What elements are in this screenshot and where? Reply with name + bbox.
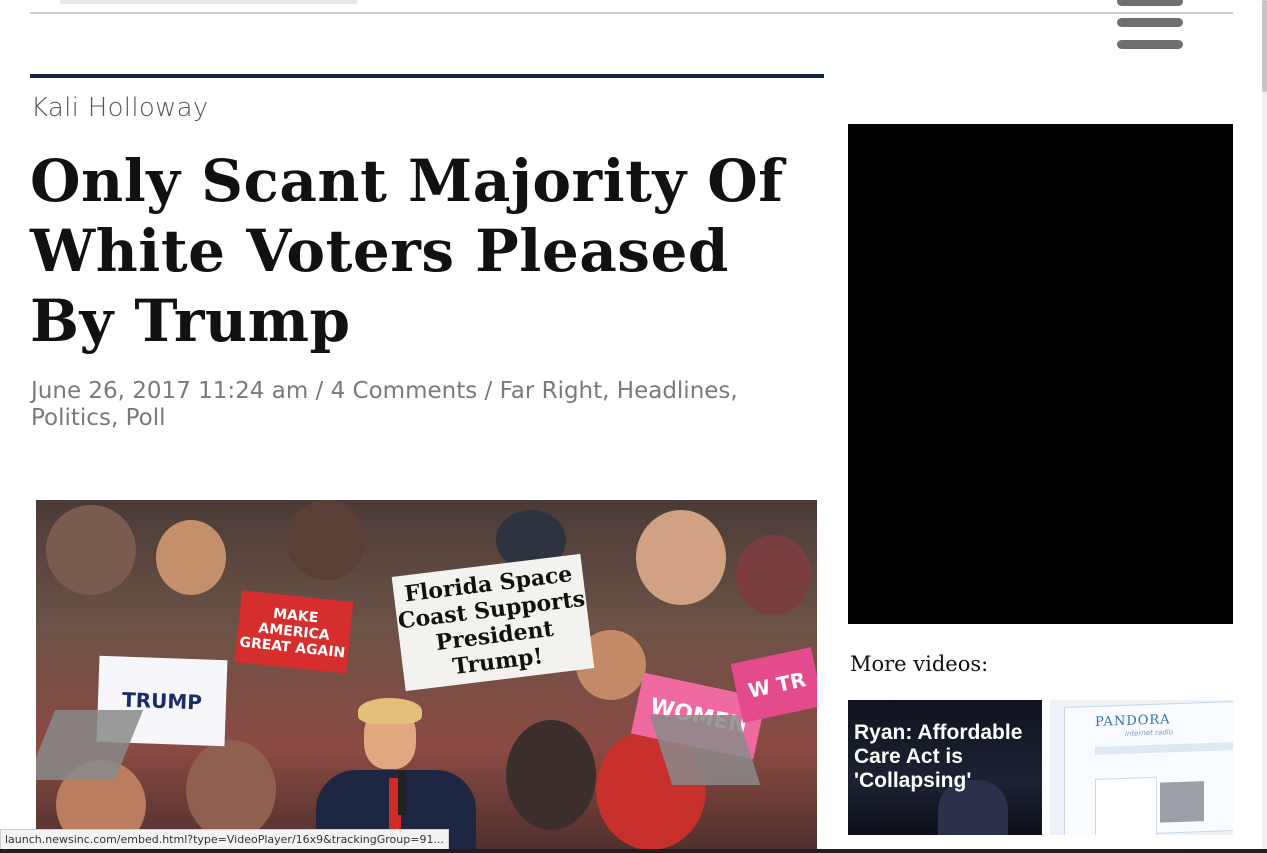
header-divider [30, 12, 1233, 14]
search-bar-remnant[interactable] [60, 0, 357, 4]
bottom-edge [0, 849, 1267, 853]
speaker-hair [358, 698, 422, 724]
browser-status-bar: launch.newsinc.com/embed.html?type=Video… [0, 829, 449, 851]
article-headline: Only Scant Majority Of White Voters Plea… [30, 147, 784, 355]
video-thumbnail-pandora[interactable]: PANDORA internet radio [1050, 700, 1233, 835]
category-comma: , [730, 378, 738, 404]
protest-sign-pink: W TR [730, 647, 817, 723]
protest-sign-florida: Florida Space Coast Supports President T… [391, 553, 595, 692]
video-player[interactable] [848, 124, 1233, 624]
category-comma: , [602, 378, 617, 404]
video-thumbnail-title: Ryan: Affordable Care Act is 'Collapsing… [854, 721, 1023, 792]
meta-separator: / [477, 378, 500, 404]
article-hero-image: Florida Space Coast Supports President T… [36, 500, 817, 853]
category-link-headlines[interactable]: Headlines [617, 378, 731, 404]
thumbnail-screen: PANDORA internet radio [1064, 700, 1233, 835]
meta-separator: / [308, 378, 331, 404]
author-name[interactable]: Kali Holloway [31, 93, 209, 123]
category-link-politics[interactable]: Politics [31, 405, 111, 431]
thumbnail-panel [1095, 776, 1157, 835]
thumbnail-tabs [1095, 741, 1233, 755]
thumbnail-panel-image [1160, 781, 1204, 823]
hamburger-menu-icon[interactable] [1116, 0, 1184, 52]
pandora-tagline: internet radio [1125, 728, 1173, 738]
category-link-poll[interactable]: Poll [126, 405, 166, 431]
category-comma: , [110, 405, 126, 431]
video-thumbnail-ryan[interactable]: Ryan: Affordable Care Act is 'Collapsing… [848, 700, 1042, 835]
article-top-rule [30, 74, 824, 78]
protest-sign-maga: MAKE AMERICA GREAT AGAIN [234, 590, 354, 674]
category-link-far-right[interactable]: Far Right [500, 378, 603, 404]
pandora-logo: PANDORA [1095, 712, 1171, 730]
page-scrollbar[interactable] [1262, 0, 1267, 853]
scrollbar-thumb[interactable] [1262, 0, 1267, 92]
publish-date: June 26, 2017 11:24 am [31, 378, 309, 404]
article-meta: June 26, 2017 11:24 am / 4 Comments / Fa… [31, 378, 821, 432]
microphone [398, 770, 406, 815]
more-videos-heading: More videos: [850, 652, 989, 676]
comments-link[interactable]: 4 Comments [331, 378, 478, 404]
